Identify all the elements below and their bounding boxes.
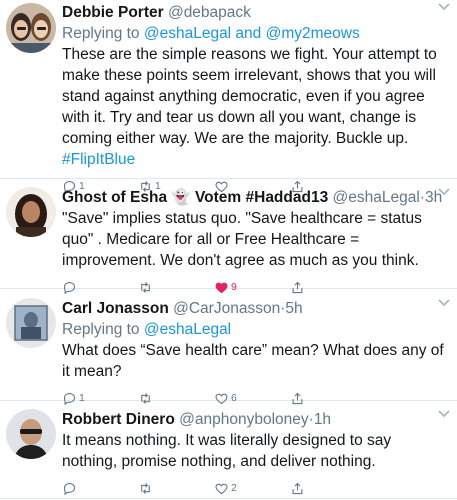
user-handle[interactable]: @eshaLegal (333, 189, 420, 206)
timestamp[interactable]: 1h (314, 411, 331, 428)
like-button[interactable]: 2 (214, 481, 290, 496)
avatar[interactable] (6, 3, 56, 53)
replying-to-label: Replying to (62, 25, 140, 42)
display-name[interactable]: Carl Jonasson (62, 300, 169, 317)
tweet-header: Robbert Dinero @anphonyboloney·1h (62, 411, 332, 428)
user-handle[interactable]: @anphonyboloney (179, 411, 309, 428)
avatar[interactable] (6, 409, 56, 459)
avatar-image (6, 3, 56, 53)
replying-to: Replying to @eshaLegal and @my2meows (62, 23, 447, 44)
avatar-image (6, 187, 56, 237)
tweet-body-text: These are the simple reasons we fight. Y… (62, 46, 437, 147)
tweet-header: Ghost of Esha 👻 Votem #Haddad13 @eshaLeg… (62, 189, 443, 206)
tweet[interactable]: Carl Jonasson @CarJonasson·5h Replying t… (0, 289, 457, 405)
replying-to: Replying to @eshaLegal (62, 319, 447, 340)
chevron-down-icon[interactable] (437, 298, 451, 308)
tweet[interactable]: Robbert Dinero @anphonyboloney·1h It mea… (0, 401, 457, 499)
tweet-header: Debbie Porter @debapack (62, 2, 447, 23)
avatar-image (6, 409, 56, 459)
chevron-down-icon[interactable] (437, 187, 451, 197)
user-handle[interactable]: @debapack (168, 4, 251, 21)
tweet-text: These are the simple reasons we fight. Y… (62, 44, 447, 170)
tweet[interactable]: Ghost of Esha 👻 Votem #Haddad13 @eshaLeg… (0, 179, 457, 294)
display-name[interactable]: Debbie Porter (62, 4, 164, 21)
reply-button[interactable] (62, 481, 138, 496)
replying-to-label: Replying to (62, 321, 140, 338)
tweet[interactable]: Debbie Porter @debapack Replying to @esh… (0, 0, 457, 193)
display-name[interactable]: Robbert Dinero (62, 411, 175, 428)
replying-to-link[interactable]: @eshaLegal and @my2meows (144, 25, 360, 42)
share-button[interactable] (290, 481, 366, 496)
replying-to-link[interactable]: @eshaLegal (144, 321, 231, 338)
timestamp[interactable]: 5h (285, 300, 302, 317)
tweet-header: Carl Jonasson @CarJonasson·5h (62, 300, 303, 317)
retweet-button[interactable] (138, 481, 214, 496)
like-count: 2 (231, 482, 237, 494)
tweet-text: "Save" implies status quo. "Save healthc… (62, 210, 422, 269)
tweet-actions: 2 (62, 476, 447, 500)
chevron-down-icon[interactable] (437, 409, 451, 419)
reply-icon (63, 482, 76, 495)
hashtag-link[interactable]: #FlipItBlue (62, 151, 135, 168)
avatar-image (6, 298, 56, 348)
chevron-down-icon[interactable] (437, 2, 451, 12)
avatar[interactable] (6, 298, 56, 348)
user-handle[interactable]: @CarJonasson (173, 300, 280, 317)
avatar[interactable] (6, 187, 56, 237)
share-icon (292, 482, 303, 494)
heart-icon (215, 483, 228, 494)
tweet-text: It means nothing. It was literally desig… (62, 432, 392, 470)
tweet-text: What does “Save health care” mean? What … (62, 342, 444, 380)
display-name[interactable]: Ghost of Esha 👻 Votem #Haddad13 (62, 189, 328, 206)
retweet-icon (141, 482, 150, 494)
